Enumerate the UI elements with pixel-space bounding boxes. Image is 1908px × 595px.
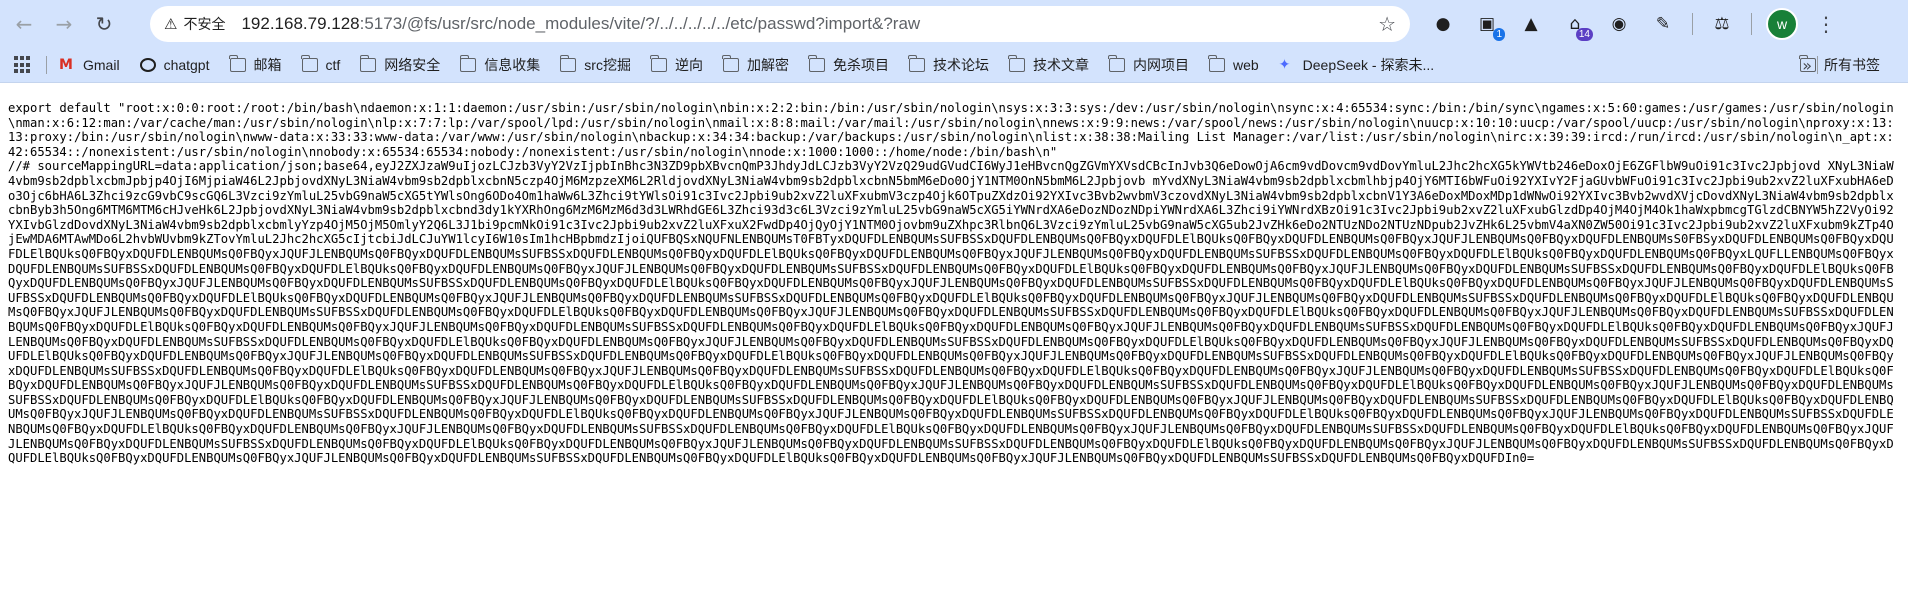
raw-response-text: export default "root:x:0:0:root:/root:/b… <box>8 101 1894 466</box>
folder-icon <box>559 55 577 72</box>
bookmark-label: 技术论坛 <box>932 57 989 73</box>
bookmark-folder[interactable]: 网络安全 <box>359 55 441 75</box>
folder-icon <box>808 55 825 72</box>
back-arrow-icon[interactable]: ← <box>8 8 40 40</box>
bookmark-label: 网络安全 <box>384 57 441 73</box>
security-label: 不安全 <box>183 16 226 32</box>
bookmark-folder[interactable]: ctf <box>300 55 341 73</box>
forward-arrow-icon[interactable]: → <box>48 8 80 40</box>
folder-icon <box>1008 55 1025 72</box>
bookmark-star-icon[interactable]: ☆ <box>1378 12 1396 36</box>
extensions-area: ● ▣ 1 ▲ ⌂ 14 ◉ ✎ ⚖ w ⋮ <box>1428 8 1836 41</box>
gmail-icon: M <box>59 57 73 73</box>
all-bookmarks[interactable]: 所有书签 <box>1799 48 1880 82</box>
folder-icon <box>722 55 739 72</box>
browser-toolbar: ← → ↻ ⚠ 不安全 192.168.79.128:5173/@fs/usr/… <box>0 0 1908 48</box>
reload-icon[interactable]: ↻ <box>88 8 120 40</box>
bookmark-label: 信息收集 <box>484 57 541 73</box>
bookmark-label: ctf <box>325 57 341 73</box>
warning-icon: ⚠ <box>164 15 178 33</box>
url-host: 192.168.79.128 <box>241 14 360 33</box>
circle-icon[interactable]: ◉ <box>1604 9 1634 39</box>
bookmark-label: 邮箱 <box>253 57 282 73</box>
folder-icon <box>1799 55 1816 72</box>
bookmark-label: web <box>1232 57 1259 73</box>
toolbar-divider <box>1751 13 1752 35</box>
folder-icon <box>908 55 925 72</box>
url-text[interactable]: 192.168.79.128:5173/@fs/usr/src/node_mod… <box>241 14 920 34</box>
folder-icon <box>300 55 318 72</box>
puzzle-icon[interactable]: ✎ <box>1648 9 1678 39</box>
bookmark-folder[interactable]: 逆向 <box>650 55 703 75</box>
bookmark-gmail[interactable]: M Gmail <box>59 57 120 73</box>
bookmark-label: chatgpt <box>163 57 210 73</box>
bookmark-label: DeepSeek - 探索未... <box>1302 57 1435 73</box>
bookmark-label: 技术文章 <box>1032 57 1089 73</box>
url-path: :5173/@fs/usr/src/node_modules/vite/?/..… <box>359 14 921 33</box>
extension-badge-count: 1 <box>1493 28 1505 41</box>
bookmark-folder[interactable]: 内网项目 <box>1108 55 1189 75</box>
more-menu-icon[interactable]: ⋮ <box>1816 12 1836 36</box>
address-bar[interactable]: ⚠ 不安全 192.168.79.128:5173/@fs/usr/src/no… <box>150 6 1410 42</box>
toolbar-divider <box>1692 13 1693 35</box>
bookmark-deepseek[interactable]: ✦ DeepSeek - 探索未... <box>1279 55 1435 75</box>
folder-icon <box>650 55 667 72</box>
bookmark-label: 所有书签 <box>1824 57 1880 73</box>
bookmark-label: 内网项目 <box>1132 57 1189 73</box>
folder-icon <box>228 55 246 72</box>
security-chip[interactable]: ⚠ 不安全 <box>156 10 236 38</box>
bookmark-folder[interactable]: src挖掘 <box>559 55 631 75</box>
bookmark-label: 加解密 <box>746 57 789 73</box>
chatgpt-icon <box>139 58 156 72</box>
bookmark-label: Gmail <box>83 57 120 73</box>
deepseek-icon: ✦ <box>1278 57 1291 73</box>
folder-icon <box>1108 55 1125 72</box>
extension-badge-icon[interactable]: ▣ 1 <box>1472 9 1505 41</box>
folder-icon <box>1208 55 1225 72</box>
house-badge-count: 14 <box>1575 28 1593 41</box>
ninja-icon[interactable]: ● <box>1428 9 1458 39</box>
bookmark-folder[interactable]: 信息收集 <box>459 55 541 75</box>
bookmark-folder[interactable]: 加解密 <box>722 55 789 75</box>
bookmark-folder[interactable]: 免杀项目 <box>808 55 889 75</box>
apps-grid-icon[interactable] <box>14 56 32 74</box>
bookmark-label: 逆向 <box>674 57 703 73</box>
bookmark-folder[interactable]: web <box>1208 55 1259 73</box>
bookmark-label: src挖掘 <box>584 57 631 73</box>
bookmark-label: 免杀项目 <box>832 57 889 73</box>
bookmark-folder[interactable]: 技术论坛 <box>908 55 989 75</box>
folder-icon <box>359 55 377 72</box>
house-icon[interactable]: ⌂ 14 <box>1560 9 1593 41</box>
bookmarks-divider <box>46 56 47 74</box>
bookmark-folder[interactable]: 技术文章 <box>1008 55 1089 75</box>
bookmark-chatgpt[interactable]: chatgpt <box>139 57 210 73</box>
bookmark-folder[interactable]: 邮箱 <box>228 55 282 75</box>
bookmarks-bar: M Gmail chatgpt 邮箱 ctf 网络安全 信息收集 src挖掘 逆向… <box>0 48 1908 83</box>
flask-icon[interactable]: ⚖ <box>1707 9 1737 39</box>
folder-icon <box>459 55 477 72</box>
incognito-hat-icon[interactable]: ▲ <box>1516 9 1546 39</box>
avatar[interactable]: w <box>1766 8 1798 40</box>
